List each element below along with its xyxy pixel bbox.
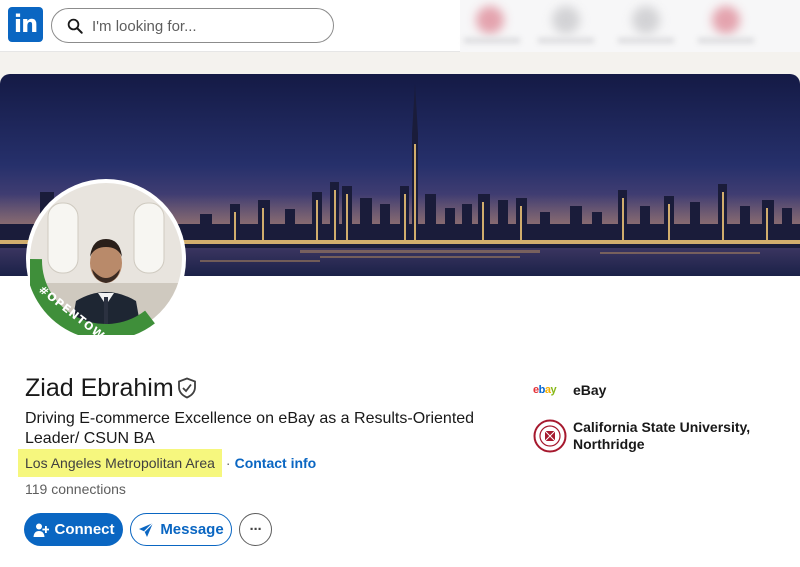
more-actions-button[interactable]: ··· <box>239 513 272 546</box>
nav-icon-blurred[interactable] <box>632 6 660 34</box>
separator: · <box>225 455 231 471</box>
add-person-icon <box>33 523 49 537</box>
nav-icon-blurred[interactable] <box>552 6 580 34</box>
search-icon <box>67 18 83 34</box>
top-nav-bar: in <box>0 0 800 52</box>
contact-info-link[interactable]: Contact info <box>235 455 317 471</box>
profile-name: Ziad Ebrahim <box>25 374 174 402</box>
school-name: California State University, Northridge <box>573 419 751 452</box>
linkedin-logo-icon[interactable]: in <box>8 7 43 42</box>
nav-icon-blurred[interactable] <box>476 6 504 34</box>
location-row: Los Angeles Metropolitan Area · Contact … <box>18 448 316 478</box>
connect-button-label: Connect <box>54 521 115 538</box>
csun-seal-icon <box>533 419 567 453</box>
message-button-label: Message <box>160 521 224 538</box>
verified-shield-icon[interactable] <box>177 377 197 399</box>
profile-location: Los Angeles Metropolitan Area <box>18 449 222 477</box>
nav-icon-blurred[interactable] <box>712 6 740 34</box>
profile-photo-avatar[interactable]: #OPENTOWORK <box>26 179 186 361</box>
current-company[interactable]: ebay eBay <box>533 382 606 402</box>
more-dots-icon: ··· <box>249 521 263 538</box>
send-icon <box>139 522 154 537</box>
connect-button[interactable]: Connect <box>24 513 123 546</box>
search-input[interactable] <box>92 15 322 37</box>
profile-headline: Driving E-commerce Excellence on eBay as… <box>25 410 475 447</box>
education-school[interactable]: California State University, Northridge <box>533 419 763 453</box>
connections-count[interactable]: 119 connections <box>25 481 126 497</box>
ebay-logo-icon: ebay <box>533 384 557 396</box>
profile-card: #OPENTOWORK Ziad Ebrahim Driving E-comme… <box>0 74 800 567</box>
message-button[interactable]: Message <box>130 513 232 546</box>
search-bar[interactable] <box>51 8 334 43</box>
nav-icons-blurred <box>460 0 800 52</box>
company-name: eBay <box>573 382 607 398</box>
